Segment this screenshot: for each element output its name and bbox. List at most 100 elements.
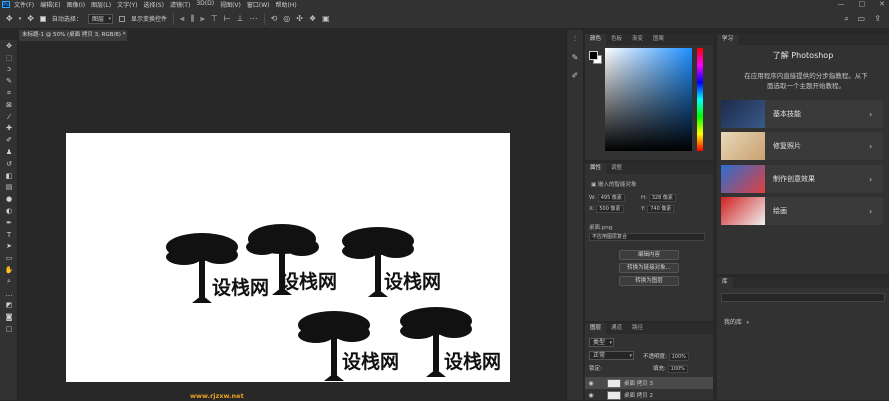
move-tool-icon[interactable]: ✥ xyxy=(0,40,18,52)
frame-tool-icon[interactable]: ⊠ xyxy=(0,99,18,111)
healing-tool-icon[interactable]: ✚ xyxy=(0,123,18,135)
height-field[interactable]: 328 像素 xyxy=(648,194,676,202)
hand-tool-icon[interactable]: ✋ xyxy=(0,264,18,276)
tab-gradients[interactable]: 渐变 xyxy=(627,34,648,45)
path-select-icon[interactable]: ➤ xyxy=(0,241,18,253)
learn-card-fix-photos[interactable]: 修复照片 › xyxy=(721,132,883,160)
width-field[interactable]: 495 像素 xyxy=(597,194,625,202)
opacity-field[interactable]: 100% xyxy=(668,353,689,361)
tab-channels[interactable]: 通道 xyxy=(606,323,627,334)
hue-slider[interactable] xyxy=(697,48,703,151)
3d-pan-icon[interactable]: ✣ xyxy=(296,14,303,24)
tab-properties[interactable]: 属性 xyxy=(585,163,607,174)
menu-item[interactable]: 3D(D) xyxy=(196,0,214,9)
eyedropper-tool-icon[interactable]: ⁄ xyxy=(0,111,18,123)
blend-mode-dropdown[interactable]: 正常 xyxy=(589,351,635,360)
screen-mode-icon[interactable]: ▢ xyxy=(0,323,18,335)
library-search-field[interactable] xyxy=(721,293,885,302)
y-field[interactable]: 740 像素 xyxy=(647,205,675,213)
eraser-tool-icon[interactable]: ◧ xyxy=(0,170,18,182)
brushes-icon[interactable]: ✐ xyxy=(567,66,583,84)
pen-tool-icon[interactable]: ✒ xyxy=(0,217,18,229)
menu-item[interactable]: 文字(Y) xyxy=(117,0,137,9)
3d-slide-icon[interactable]: ❖ xyxy=(309,14,316,24)
blur-tool-icon[interactable]: ● xyxy=(0,193,18,205)
show-transform-checkbox[interactable] xyxy=(118,15,125,22)
color-picker-field[interactable] xyxy=(605,48,692,151)
gradient-tool-icon[interactable]: ▤ xyxy=(0,182,18,194)
marquee-tool-icon[interactable]: ⬚ xyxy=(0,52,18,64)
convert-to-layers-button[interactable]: 转换为图层 xyxy=(619,276,679,286)
tab-adjustments[interactable]: 调整 xyxy=(606,163,627,174)
type-tool-icon[interactable]: T xyxy=(0,229,18,241)
auto-select-checkbox[interactable] xyxy=(39,15,46,22)
visibility-eye-icon[interactable]: ◉ xyxy=(585,380,597,387)
brush-tool-icon[interactable]: ✐ xyxy=(0,134,18,146)
menu-item[interactable]: 图层(L) xyxy=(91,0,111,9)
layer-filter-dropdown[interactable]: 类型 xyxy=(589,338,615,347)
menu-item[interactable]: 文件(F) xyxy=(14,0,34,9)
layer-comp-dropdown[interactable]: 不应用图层复合 xyxy=(589,233,705,241)
dodge-tool-icon[interactable]: ◐ xyxy=(0,205,18,217)
align-center-icon[interactable]: ⫼ xyxy=(190,14,194,24)
menu-item[interactable]: 图像(I) xyxy=(67,0,85,9)
library-dropdown[interactable]: 我的库 xyxy=(721,319,750,326)
menu-item[interactable]: 滤镜(T) xyxy=(170,0,190,9)
document-tab[interactable]: 未标题-1 @ 50% (桌面 拷贝 3, RGB/8) * xyxy=(19,30,127,41)
shape-tool-icon[interactable]: ▭ xyxy=(0,252,18,264)
align-bottom-icon[interactable]: ⊥ xyxy=(237,14,244,24)
align-middle-icon[interactable]: ⊢ xyxy=(224,14,231,24)
tab-patterns[interactable]: 图案 xyxy=(648,34,669,45)
edit-contents-button[interactable]: 编辑内容 xyxy=(619,250,679,260)
share-icon[interactable]: ⇪ xyxy=(874,14,881,24)
menu-item[interactable]: 编辑(E) xyxy=(40,0,60,9)
layer-row[interactable]: ◉ 桌面 拷贝 2 xyxy=(585,389,713,401)
learn-card-basics[interactable]: 基本技能 › xyxy=(721,100,883,128)
convert-to-linked-button[interactable]: 转换为链接对象... xyxy=(619,263,679,273)
x-field[interactable]: 500 像素 xyxy=(596,205,624,213)
auto-select-dropdown[interactable]: 图层 xyxy=(87,13,113,24)
tab-swatches[interactable]: 色板 xyxy=(606,34,627,45)
menu-item[interactable]: 帮助(H) xyxy=(276,0,297,9)
lasso-tool-icon[interactable]: ↄ xyxy=(0,64,18,76)
learn-card-painting[interactable]: 绘画 › xyxy=(721,197,883,225)
fill-field[interactable]: 100% xyxy=(667,365,688,373)
quick-mask-icon[interactable]: ◙ xyxy=(0,311,18,323)
close-button[interactable]: ✕ xyxy=(879,0,885,8)
menu-item[interactable]: 窗口(W) xyxy=(247,0,270,9)
chevron-down-icon[interactable]: ▾ xyxy=(19,14,22,24)
menu-item[interactable]: 选择(S) xyxy=(143,0,164,9)
tab-color[interactable]: 颜色 xyxy=(585,34,607,45)
visibility-eye-icon[interactable]: ◉ xyxy=(585,392,597,399)
tab-paths[interactable]: 路径 xyxy=(627,323,648,334)
minimize-button[interactable]: — xyxy=(838,0,845,8)
more-tools-icon[interactable]: … xyxy=(0,288,18,300)
canvas[interactable]: 设栈网 设栈网 设栈网 设栈网 设栈网 xyxy=(66,133,510,382)
color-swatches-icon[interactable]: ◩ xyxy=(0,300,18,312)
foreground-color-swatch[interactable] xyxy=(589,51,598,60)
distribute-icon[interactable]: ⋯ xyxy=(250,14,258,24)
workspace-icon[interactable]: ▭ xyxy=(857,14,865,24)
menu-item[interactable]: 视图(V) xyxy=(220,0,241,9)
align-right-icon[interactable]: ⫸ xyxy=(200,14,205,24)
align-left-icon[interactable]: ⫷ xyxy=(180,14,185,24)
search-icon[interactable]: ⌕ xyxy=(845,14,849,24)
tab-libraries[interactable]: 库 xyxy=(717,277,733,288)
move-tool-icon[interactable]: ✥ xyxy=(27,14,34,24)
layer-row[interactable]: ◉ 桌面 拷贝 3 xyxy=(585,377,713,389)
3d-roll-icon[interactable]: ◎ xyxy=(283,14,290,24)
tab-layers[interactable]: 图层 xyxy=(585,323,607,334)
stamp-tool-icon[interactable]: ♟ xyxy=(0,146,18,158)
3d-scale-icon[interactable]: ▣ xyxy=(322,14,330,24)
move-tool-icon[interactable]: ✥ xyxy=(6,14,13,24)
learn-card-creative-effects[interactable]: 制作创意效果 › xyxy=(721,165,883,193)
align-top-icon[interactable]: ⊤ xyxy=(211,14,218,24)
tab-learn[interactable]: 学习 xyxy=(717,34,739,45)
zoom-tool-icon[interactable]: ⌕ xyxy=(0,276,18,288)
crop-tool-icon[interactable]: ⌗ xyxy=(0,87,18,99)
maximize-button[interactable]: □ xyxy=(859,0,866,8)
brush-settings-icon[interactable]: ✎ xyxy=(567,48,583,66)
history-icon[interactable]: ⫶ xyxy=(567,30,583,48)
history-brush-icon[interactable]: ↺ xyxy=(0,158,18,170)
quick-select-tool-icon[interactable]: ✎ xyxy=(0,75,18,87)
